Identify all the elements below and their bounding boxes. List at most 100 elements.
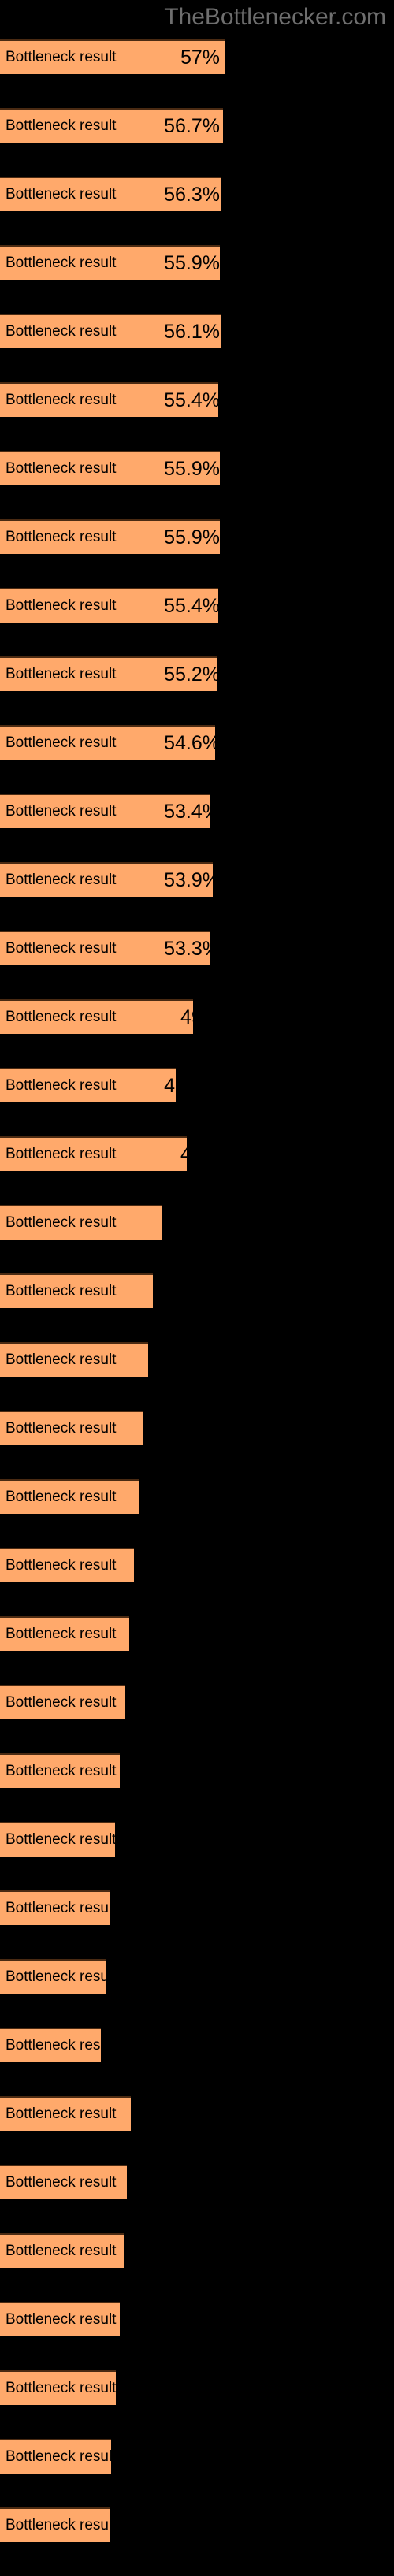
bar-row: Bottleneck result44% [0, 1479, 394, 1548]
bar-content: Bottleneck result 53.9% [0, 864, 213, 897]
bar-value-label: 49% [180, 1006, 193, 1028]
bar-row: Bottleneck result31.6% [0, 2370, 394, 2439]
bar[interactable]: Bottleneck result44% [0, 1479, 139, 1514]
bar-value-label: 55.9% [164, 252, 220, 274]
bar-label: Bottleneck result [6, 2037, 101, 2054]
bar-label: Bottleneck result [6, 1283, 117, 1299]
bar-label: Bottleneck result [6, 323, 117, 340]
bar-content: Bottleneck result39.2% [0, 1892, 110, 1925]
bar[interactable]: Bottleneck result35.2% [0, 2165, 127, 2199]
bar[interactable]: Bottleneck result43.2% [0, 1548, 134, 1582]
bar[interactable]: Bottleneck result 56.7% [0, 108, 223, 143]
bar-label: Bottleneck result [6, 2106, 117, 2122]
bar-content: Bottleneck result30.4% [0, 2440, 111, 2474]
bar-row: Bottleneck result 57% [0, 39, 394, 108]
bar-value-label: 56.7% [164, 115, 220, 137]
bar-label: Bottleneck result [6, 2311, 117, 2328]
bar[interactable]: Bottleneck result 55.9% [0, 451, 220, 485]
bar[interactable]: Bottleneck result 53.9% [0, 862, 213, 897]
bar-value-label: 53.9% [164, 869, 213, 891]
bar[interactable]: Bottleneck result 49% [0, 999, 193, 1034]
bar[interactable]: Bottleneck result 56.3% [0, 177, 221, 211]
bar[interactable]: Bottleneck result 55.9% [0, 519, 220, 554]
bar-content: Bottleneck result 53.3% [0, 932, 210, 965]
bar-label: Bottleneck result [6, 2174, 117, 2191]
bar-content: Bottleneck result 55.9% [0, 247, 220, 280]
bar[interactable]: Bottleneck result 56.1% [0, 314, 221, 348]
bar-row: Bottleneck result36.4% [0, 2096, 394, 2165]
bar[interactable]: Bottleneck result30.4% [0, 2439, 111, 2474]
bar[interactable]: Bottleneck result 55.4% [0, 382, 218, 417]
bar-content: Bottleneck result 53.4% [0, 795, 210, 828]
bar-content: Bottleneck result 48.4% [0, 1069, 176, 1102]
bar-row: Bottleneck result39.2% [0, 1890, 394, 1959]
bar-value-label: 55.4% [164, 595, 218, 617]
bar-row: Bottleneck result 49% [0, 999, 394, 1068]
bar-row: Bottleneck result 55.4% [0, 588, 394, 656]
bar-label: Bottleneck result [6, 186, 117, 203]
bar-content: Bottleneck result40% [0, 1823, 115, 1857]
bar-row: Bottleneck result 53.3% [0, 931, 394, 999]
bar-value-label: 55.2% [164, 664, 217, 686]
bar[interactable]: Bottleneck result32.8% [0, 2302, 120, 2336]
bar[interactable]: Bottleneck result47.2% [0, 1205, 162, 1240]
bar[interactable]: Bottleneck result40% [0, 1822, 115, 1857]
bar-label: Bottleneck result [6, 1831, 115, 1848]
bar-content: Bottleneck result47.2% [0, 1206, 162, 1240]
bar[interactable]: Bottleneck result 54.6% [0, 725, 215, 760]
bar[interactable]: Bottleneck result44.8% [0, 1411, 143, 1445]
bar-content: Bottleneck result 56.1% [0, 315, 221, 348]
bar[interactable]: Bottleneck result 53.3% [0, 931, 210, 965]
bar-label: Bottleneck result [6, 1146, 117, 1162]
bar-row: Bottleneck result 55.9% [0, 519, 394, 588]
bar-value-label: 57% [180, 46, 220, 69]
bar[interactable]: Bottleneck result41.6% [0, 1685, 125, 1719]
bar-value-label: 56.1% [164, 321, 220, 343]
bar-content: Bottleneck result 56.3% [0, 178, 221, 211]
bar-value-label: 55.9% [164, 458, 220, 480]
bar[interactable]: Bottleneck result32% [0, 2507, 110, 2542]
bar-row: Bottleneck result42.4% [0, 1616, 394, 1685]
bar-row: Bottleneck result 55.9% [0, 245, 394, 314]
bar-row: Bottleneck result 55.4% [0, 382, 394, 451]
bar[interactable]: Bottleneck result 55.4% [0, 588, 218, 623]
bar-value-label: 48% [180, 1138, 187, 1171]
bar-content: Bottleneck result38.4% [0, 1961, 106, 1994]
bar-content: Bottleneck result 54.6% [0, 727, 215, 760]
bar[interactable]: Bottleneck result 55.2% [0, 656, 217, 691]
bar-content: Bottleneck result45.6% [0, 1344, 148, 1377]
bar[interactable]: Bottleneck result45.6% [0, 1342, 148, 1377]
bar-row: Bottleneck result34% [0, 2233, 394, 2302]
bar-label: Bottleneck result [6, 1900, 110, 1916]
bar[interactable]: Bottleneck result31.6% [0, 2370, 116, 2405]
bar[interactable]: Bottleneck result39.2% [0, 1890, 110, 1925]
bar[interactable]: Bottleneck result46.4% [0, 1273, 153, 1308]
bar-label: Bottleneck result [6, 1420, 117, 1437]
bar[interactable]: Bottleneck result38.4% [0, 1959, 106, 1994]
bar-label: Bottleneck result [6, 1351, 117, 1368]
bar[interactable]: Bottleneck result42.4% [0, 1616, 129, 1651]
bar-row: Bottleneck result43.2% [0, 1548, 394, 1616]
bar-label: Bottleneck result [6, 1694, 117, 1711]
bar[interactable]: Bottleneck result34% [0, 2233, 124, 2268]
bar-content: Bottleneck result31.6% [0, 2372, 116, 2405]
bar[interactable]: Bottleneck result 55.9% [0, 245, 220, 280]
bar-label: Bottleneck result [6, 734, 117, 751]
bar-content: Bottleneck result46.4% [0, 1275, 153, 1308]
bar-label: Bottleneck result [6, 460, 117, 477]
bar[interactable]: Bottleneck result37.6% [0, 2028, 101, 2062]
bar-content: Bottleneck result 55.4% [0, 384, 218, 417]
bar[interactable]: Bottleneck result 57% [0, 39, 225, 74]
bar-label: Bottleneck result [6, 117, 117, 134]
bar-value-label: 56.3% [164, 184, 220, 206]
bar-label: Bottleneck result [6, 49, 117, 65]
bar-row: Bottleneck result 55.2% [0, 656, 394, 725]
bar[interactable]: Bottleneck result40.8% [0, 1753, 120, 1788]
bar-row: Bottleneck result 53.4% [0, 794, 394, 862]
bar-row: Bottleneck result 56.7% [0, 108, 394, 177]
bar[interactable]: Bottleneck result36.4% [0, 2096, 131, 2131]
bar-content: Bottleneck result 55.9% [0, 452, 220, 485]
bar[interactable]: Bottleneck result 53.4% [0, 794, 210, 828]
bar[interactable]: Bottleneck result 48.4% [0, 1068, 176, 1102]
bar[interactable]: Bottleneck result 48% [0, 1136, 187, 1171]
